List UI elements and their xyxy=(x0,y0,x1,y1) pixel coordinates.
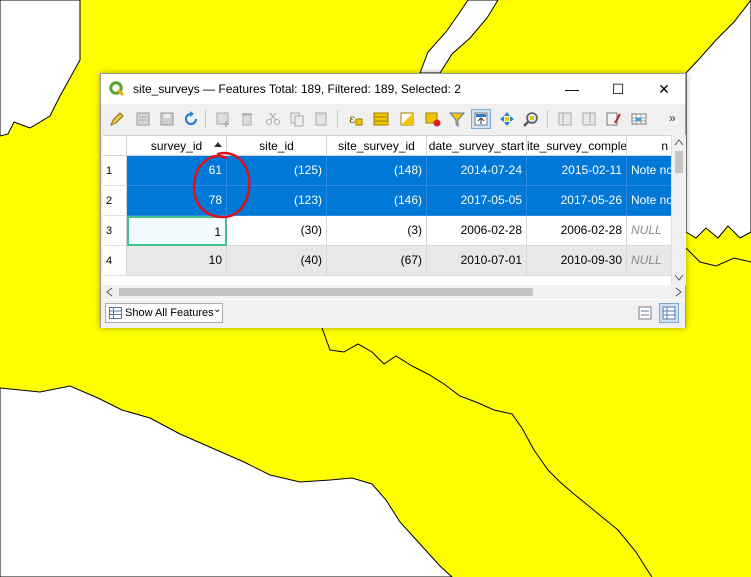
map-boundary-line-right xyxy=(685,247,751,267)
table-cell-date-start[interactable]: 2017-05-05 xyxy=(427,186,527,216)
column-header-date-survey-complete[interactable]: ite_survey_comple xyxy=(527,136,627,156)
filter-icon[interactable] xyxy=(447,109,467,129)
attribute-toolbar: ε » xyxy=(101,105,685,133)
table-icon xyxy=(109,307,122,319)
table-cell-survey-id[interactable]: 10 xyxy=(127,246,227,276)
table-view-icon xyxy=(662,306,676,320)
delete-feature-icon[interactable] xyxy=(237,109,257,129)
table-cell-survey-id[interactable]: 1 xyxy=(127,216,227,246)
row-header[interactable]: 3 xyxy=(103,216,127,246)
table-cell-date-complete[interactable]: 2015-02-11 xyxy=(527,156,627,186)
chevron-down-icon: ⌄ xyxy=(213,304,222,315)
attribute-table-window: site_surveys — Features Total: 189, Filt… xyxy=(100,73,686,328)
pencil-icon[interactable] xyxy=(107,109,127,129)
zoom-to-selection-icon[interactable] xyxy=(521,109,541,129)
table-cell-notes[interactable]: NULL xyxy=(627,246,673,276)
row-header[interactable]: 2 xyxy=(103,186,127,216)
table-cell-survey-id[interactable]: 78 xyxy=(127,186,227,216)
column-header-label: survey_id xyxy=(150,139,203,153)
table-cell-date-start[interactable]: 2010-07-01 xyxy=(427,246,527,276)
more-tools-button[interactable]: » xyxy=(669,111,676,125)
qgis-logo-icon xyxy=(109,81,125,97)
select-all-icon[interactable] xyxy=(371,109,391,129)
table-cell-date-complete[interactable]: 2006-02-28 xyxy=(527,216,627,246)
copy-icon[interactable] xyxy=(287,109,307,129)
map-polygon-white-left-top xyxy=(0,0,81,137)
show-features-dropdown[interactable]: Show All Features ⌄ xyxy=(105,303,223,323)
table-cell-site-id[interactable]: (123) xyxy=(227,186,327,216)
row-header[interactable]: 4 xyxy=(103,246,127,276)
cut-icon[interactable] xyxy=(263,109,283,129)
table-cell-date-start[interactable]: 2006-02-28 xyxy=(427,216,527,246)
map-polygon-white-right xyxy=(685,0,751,239)
close-button[interactable]: ✕ xyxy=(641,74,687,104)
reload-icon[interactable] xyxy=(181,109,201,129)
table-cell-date-complete[interactable]: 2017-05-26 xyxy=(527,186,627,216)
table-cell-date-start[interactable]: 2014-07-24 xyxy=(427,156,527,186)
table-cell-site-survey-id[interactable]: (67) xyxy=(327,246,427,276)
table-cell-site-id[interactable]: (30) xyxy=(227,216,327,246)
table-cell-site-survey-id[interactable]: (146) xyxy=(327,186,427,216)
bottom-bar: Show All Features ⌄ xyxy=(101,300,685,328)
table-cell-notes[interactable]: Note no xyxy=(627,186,673,216)
column-header-date-survey-start[interactable]: date_survey_start xyxy=(427,136,527,156)
new-field-icon[interactable] xyxy=(555,109,575,129)
corner-header[interactable] xyxy=(103,136,127,156)
maximize-button[interactable]: ☐ xyxy=(595,74,641,104)
attribute-table-grid[interactable]: survey_id site_id site_survey_id date_su… xyxy=(103,135,685,300)
column-header-site-id[interactable]: site_id xyxy=(227,136,327,156)
table-cell-notes[interactable]: Note no xyxy=(627,156,673,186)
paste-icon[interactable] xyxy=(311,109,331,129)
save-edits-icon[interactable] xyxy=(157,109,177,129)
form-view-button[interactable] xyxy=(635,303,655,323)
table-cell-site-id[interactable]: (40) xyxy=(227,246,327,276)
column-header-notes[interactable]: n xyxy=(627,136,673,156)
column-header-site-survey-id[interactable]: site_survey_id xyxy=(327,136,427,156)
table-view-button[interactable] xyxy=(659,303,679,323)
move-selection-top-icon[interactable] xyxy=(471,109,491,129)
expression-select-icon[interactable]: ε xyxy=(345,109,365,129)
vertical-scrollbar[interactable] xyxy=(671,135,686,285)
pan-to-selection-icon[interactable] xyxy=(497,109,517,129)
table-cell-site-survey-id[interactable]: (148) xyxy=(327,156,427,186)
horizontal-scrollbar[interactable] xyxy=(103,285,685,299)
table-cell-date-complete[interactable]: 2010-09-30 xyxy=(527,246,627,276)
table-cell-survey-id[interactable]: 61 xyxy=(127,156,227,186)
multi-edit-icon[interactable] xyxy=(133,109,153,129)
deselect-icon[interactable] xyxy=(423,109,443,129)
table-cell-site-id[interactable]: (125) xyxy=(227,156,327,186)
sort-ascending-icon xyxy=(214,142,222,147)
title-bar[interactable]: site_surveys — Features Total: 189, Filt… xyxy=(101,74,685,104)
map-polygon-white-top xyxy=(419,0,499,74)
map-polygon-white-bottom-left xyxy=(0,385,453,577)
table-cell-notes[interactable]: NULL xyxy=(627,216,673,246)
field-calculator-icon[interactable] xyxy=(603,109,623,129)
minimize-button[interactable]: — xyxy=(549,74,595,104)
add-feature-icon[interactable] xyxy=(213,109,233,129)
column-header-survey-id[interactable]: survey_id xyxy=(127,136,227,156)
invert-selection-icon[interactable] xyxy=(397,109,417,129)
window-title: site_surveys — Features Total: 189, Filt… xyxy=(133,82,461,96)
show-features-label: Show All Features xyxy=(125,307,214,319)
svg-text:ε: ε xyxy=(349,112,355,126)
delete-field-icon[interactable] xyxy=(579,109,599,129)
form-view-icon xyxy=(638,306,652,320)
conditional-format-icon[interactable] xyxy=(629,109,649,129)
row-header[interactable]: 1 xyxy=(103,156,127,186)
table-cell-site-survey-id[interactable]: (3) xyxy=(327,216,427,246)
